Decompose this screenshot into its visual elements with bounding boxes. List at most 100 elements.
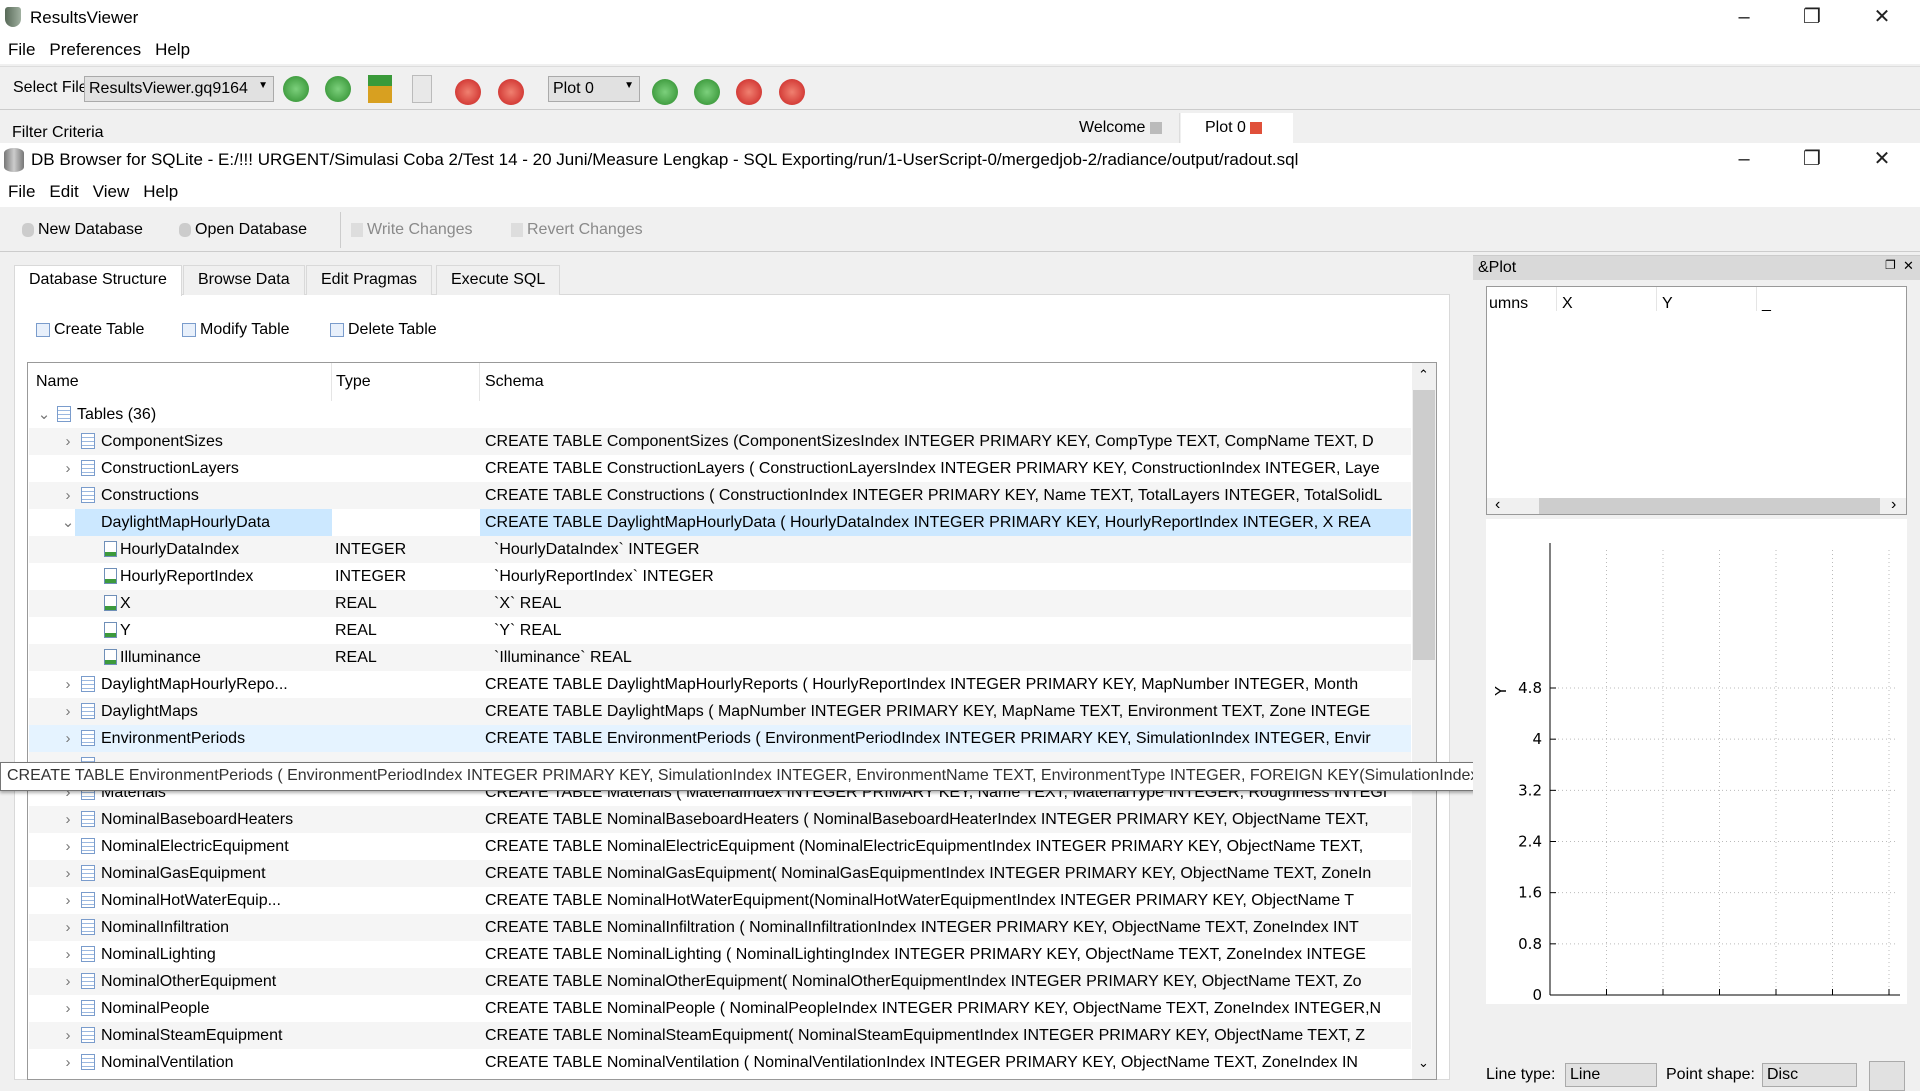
vertical-scrollbar[interactable]: ⌃ ⌄	[1412, 363, 1436, 1079]
add-colormap-icon[interactable]	[694, 79, 720, 105]
tree-row-table[interactable]: › ComponentSizes CREATE TABLE ComponentSiz…	[29, 428, 1411, 455]
tree-row-table[interactable]: › NominalElectricEquipment CREATE TABLE No…	[29, 833, 1411, 860]
tree-row-table[interactable]: › DaylightMaps CREATE TABLE DaylightMaps (…	[29, 698, 1411, 725]
line-type-select[interactable]: Line	[1565, 1063, 1657, 1087]
columns-table[interactable]: umns X Y _ ‹ ›	[1486, 286, 1907, 515]
select-file-dropdown[interactable]: ResultsViewer.gq9164 ▼	[84, 76, 274, 102]
tree-row-table[interactable]: › DaylightMapHourlyRepo... CREATE TABLE Da…	[29, 671, 1411, 698]
table-header-x[interactable]: X	[1562, 295, 1573, 313]
remove-all-plots-icon[interactable]	[779, 79, 805, 105]
remove-plot-icon[interactable]	[736, 79, 762, 105]
back-arrow-icon[interactable]	[283, 76, 309, 102]
scrollbar-thumb[interactable]	[1413, 390, 1435, 660]
maximize-button[interactable]: ❐	[1792, 2, 1832, 32]
undock-icon[interactable]: ❐	[1885, 258, 1896, 272]
forward-arrow-icon[interactable]	[325, 76, 351, 102]
menu-file[interactable]: File	[8, 40, 35, 59]
chevron-right-icon[interactable]: ›	[61, 860, 75, 887]
chevron-right-icon[interactable]: ›	[61, 887, 75, 914]
save-plot-button[interactable]	[1869, 1061, 1905, 1091]
db-maximize-button[interactable]: ❐	[1792, 144, 1832, 174]
tree-row-table[interactable]: › NominalVentilation CREATE TABLE NominalV…	[29, 1049, 1411, 1076]
tree-row-table[interactable]: › NominalSteamEquipment CREATE TABLE Nomin…	[29, 1022, 1411, 1049]
tree-row-table[interactable]: › NominalPeople CREATE TABLE NominalPeople…	[29, 995, 1411, 1022]
tree-row-table[interactable]: › NominalBaseboardHeaters CREATE TABLE Nom…	[29, 806, 1411, 833]
scroll-up-icon[interactable]: ⌃	[1418, 367, 1429, 383]
tab-welcome[interactable]: Welcome	[1065, 113, 1180, 143]
menu-view[interactable]: View	[93, 182, 130, 201]
write-changes-button[interactable]: Write Changes	[351, 221, 473, 239]
tree-row-table[interactable]: › NominalHotWaterEquip... CREATE TABLE Nom…	[29, 887, 1411, 914]
db-minimize-button[interactable]: –	[1724, 144, 1764, 174]
menu-help[interactable]: Help	[143, 182, 178, 201]
modify-table-button[interactable]: Modify Table	[182, 321, 290, 339]
close-tab-icon[interactable]	[1250, 121, 1263, 134]
close-all-files-icon[interactable]	[498, 79, 524, 105]
chevron-right-icon[interactable]: ›	[61, 941, 75, 968]
tab-plot-0[interactable]: Plot 0	[1181, 113, 1293, 143]
dock-close-icon[interactable]: ✕	[1903, 258, 1914, 274]
column-header-type[interactable]: Type	[336, 373, 371, 391]
delete-table-button[interactable]: Delete Table	[330, 321, 437, 339]
chevron-right-icon[interactable]: ›	[61, 482, 75, 509]
chevron-right-icon[interactable]: ›	[61, 698, 75, 725]
document-icon[interactable]	[412, 75, 432, 103]
tree-row-field[interactable]: X REAL `X` REAL	[29, 590, 1411, 617]
chevron-right-icon[interactable]: ›	[61, 1049, 75, 1076]
chevron-right-icon[interactable]: ›	[61, 671, 75, 698]
chevron-right-icon[interactable]: ›	[61, 806, 75, 833]
point-shape-select[interactable]: Disc	[1762, 1063, 1857, 1087]
schema-tree[interactable]: Name Type Schema ⌄ Tables (36) › ComponentS…	[27, 362, 1437, 1080]
menu-preferences[interactable]: Preferences	[49, 40, 141, 59]
table-header-columns[interactable]: umns	[1489, 295, 1528, 313]
chevron-right-icon[interactable]: ›	[61, 833, 75, 860]
chevron-down-icon[interactable]: ⌄	[61, 509, 75, 536]
menu-help[interactable]: Help	[155, 40, 190, 59]
tab-database-structure[interactable]: Database Structure	[14, 265, 182, 296]
close-button[interactable]: ✕	[1862, 2, 1902, 32]
chevron-down-icon[interactable]: ⌄	[37, 401, 51, 428]
horizontal-scrollbar[interactable]: ‹ ›	[1487, 496, 1906, 514]
db-close-button[interactable]: ✕	[1862, 144, 1902, 174]
tree-row-table[interactable]: ⌄ DaylightMapHourlyData CREATE TABLE Dayli…	[29, 509, 1411, 536]
plot-select-dropdown[interactable]: Plot 0 ▼	[548, 76, 640, 102]
tree-row-table[interactable]: › Constructions CREATE TABLE Constructions…	[29, 482, 1411, 509]
tree-row-table[interactable]: › NominalGasEquipment CREATE TABLE Nominal…	[29, 860, 1411, 887]
menu-edit[interactable]: Edit	[49, 182, 78, 201]
tree-row-table[interactable]: › NominalLighting CREATE TABLE NominalLigh…	[29, 941, 1411, 968]
tree-row-table[interactable]: › ConstructionLayers CREATE TABLE Construc…	[29, 455, 1411, 482]
open-database-button[interactable]: Open Database	[179, 221, 307, 239]
chevron-right-icon[interactable]: ›	[61, 968, 75, 995]
tree-group[interactable]: ⌄ Tables (36)	[29, 401, 1411, 428]
chevron-right-icon[interactable]: ›	[61, 428, 75, 455]
tree-row-field[interactable]: HourlyDataIndex INTEGER `HourlyDataIndex` …	[29, 536, 1411, 563]
tree-row-field[interactable]: Y REAL `Y` REAL	[29, 617, 1411, 644]
revert-changes-button[interactable]: Revert Changes	[511, 221, 643, 239]
tab-browse-data[interactable]: Browse Data	[183, 265, 305, 295]
column-header-name[interactable]: Name	[36, 373, 79, 391]
menu-file[interactable]: File	[8, 182, 35, 201]
upload-icon[interactable]	[368, 75, 392, 103]
table-header-extra[interactable]: _	[1762, 295, 1771, 313]
table-header-y[interactable]: Y	[1662, 295, 1673, 313]
scrollbar-thumb[interactable]	[1539, 498, 1880, 514]
scroll-left-icon[interactable]: ‹	[1495, 496, 1500, 514]
chevron-right-icon[interactable]: ›	[61, 725, 75, 752]
chevron-right-icon[interactable]: ›	[61, 914, 75, 941]
close-file-icon[interactable]	[455, 79, 481, 105]
tab-edit-pragmas[interactable]: Edit Pragmas	[306, 265, 433, 295]
scroll-down-icon[interactable]: ⌄	[1418, 1055, 1429, 1071]
add-plot-icon[interactable]	[652, 79, 678, 105]
scroll-right-icon[interactable]: ›	[1891, 496, 1896, 514]
close-tab-icon[interactable]	[1149, 121, 1162, 134]
column-header-schema[interactable]: Schema	[485, 373, 544, 391]
chevron-right-icon[interactable]: ›	[61, 995, 75, 1022]
chevron-right-icon[interactable]: ›	[61, 1022, 75, 1049]
tab-execute-sql[interactable]: Execute SQL	[436, 265, 561, 295]
tree-row-table[interactable]: › NominalInfiltration CREATE TABLE Nominal…	[29, 914, 1411, 941]
create-table-button[interactable]: Create Table	[36, 321, 144, 339]
tree-row-field[interactable]: HourlyReportIndex INTEGER `HourlyReportInd…	[29, 563, 1411, 590]
chevron-right-icon[interactable]: ›	[61, 455, 75, 482]
tree-row-field[interactable]: Illuminance REAL `Illuminance` REAL	[29, 644, 1411, 671]
new-database-button[interactable]: New Database	[22, 221, 143, 239]
